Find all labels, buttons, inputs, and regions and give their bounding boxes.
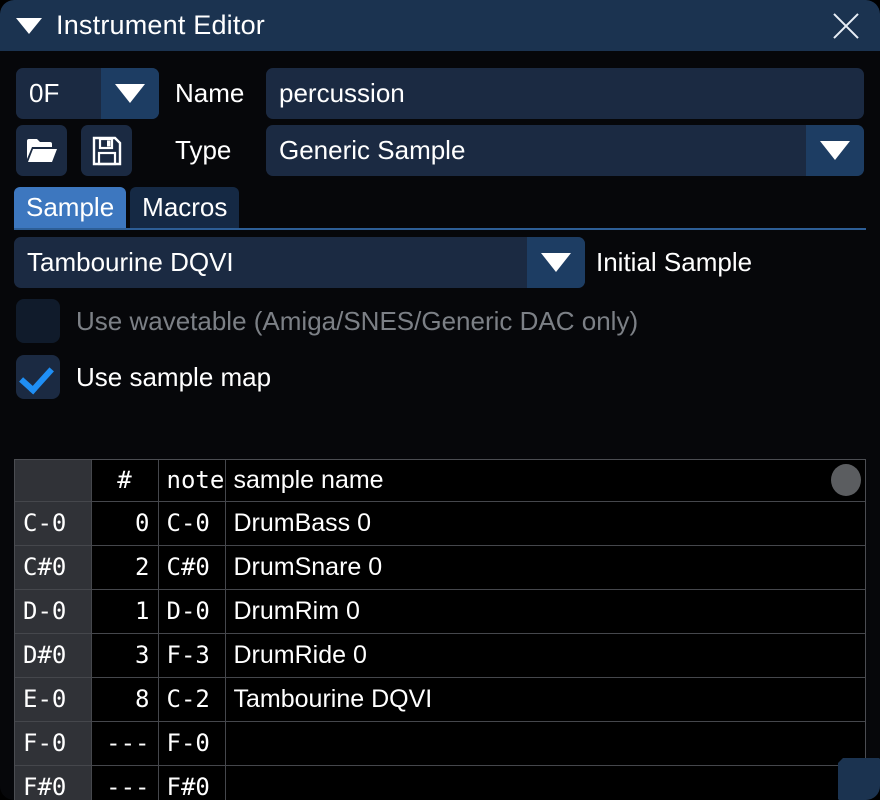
row-key-cell: C-0: [15, 501, 91, 545]
table-header-row: # note sample name: [15, 460, 865, 501]
row-key-cell: D#0: [15, 633, 91, 677]
name-value: percussion: [266, 78, 405, 109]
row-key-cell: E-0: [15, 677, 91, 721]
instrument-index-dropdown[interactable]: 0F: [16, 68, 159, 119]
chevron-down-icon[interactable]: [527, 237, 585, 288]
row-note-cell[interactable]: F-0: [158, 721, 225, 765]
row-sample-index-cell[interactable]: ---: [91, 721, 158, 765]
chevron-down-icon[interactable]: [101, 68, 159, 119]
table-body: C-00C-0DrumBass 0C#02C#0DrumSnare 0D-01D…: [15, 501, 865, 800]
table-row[interactable]: C-00C-0DrumBass 0: [15, 501, 865, 545]
use-sample-map-label: Use sample map: [76, 362, 271, 393]
use-wavetable-checkbox[interactable]: [16, 299, 60, 343]
tab-underline: [14, 228, 866, 230]
table-row[interactable]: C#02C#0DrumSnare 0: [15, 545, 865, 589]
save-instrument-button[interactable]: [81, 125, 132, 176]
row-sample-name-cell[interactable]: DrumBass 0: [225, 501, 865, 545]
column-header-note: note: [158, 460, 225, 501]
row-sample-index-cell[interactable]: 1: [91, 589, 158, 633]
open-instrument-button[interactable]: [16, 125, 67, 176]
row-sample-index-cell[interactable]: 8: [91, 677, 158, 721]
table-header: # note sample name: [15, 460, 865, 501]
row-key-cell: F#0: [15, 765, 91, 800]
tab-sample[interactable]: Sample: [14, 187, 126, 228]
column-header-num: #: [91, 460, 158, 501]
close-icon[interactable]: [826, 6, 866, 46]
tab-bar: Sample Macros: [14, 187, 239, 228]
folder-open-icon: [26, 137, 58, 165]
row-sample-index-cell[interactable]: 2: [91, 545, 158, 589]
row-note-cell[interactable]: C-0: [158, 501, 225, 545]
use-wavetable-label: Use wavetable (Amiga/SNES/Generic DAC on…: [76, 306, 638, 337]
row-key-cell: C#0: [15, 545, 91, 589]
scroll-grip-icon[interactable]: [831, 464, 861, 496]
use-wavetable-row[interactable]: Use wavetable (Amiga/SNES/Generic DAC on…: [16, 299, 638, 343]
row-note-cell[interactable]: D-0: [158, 589, 225, 633]
row-sample-name-cell[interactable]: [225, 765, 865, 800]
tab-macros[interactable]: Macros: [130, 187, 239, 228]
row-sample-name-cell[interactable]: DrumRim 0: [225, 589, 865, 633]
row-note-cell[interactable]: C-2: [158, 677, 225, 721]
table-row[interactable]: F-0---F-0: [15, 721, 865, 765]
instrument-editor-window: Instrument Editor 0F Name percussion: [0, 0, 880, 800]
initial-sample-value: Tambourine DQVI: [14, 247, 527, 278]
use-sample-map-checkbox[interactable]: [16, 355, 60, 399]
table-row[interactable]: E-08C-2Tambourine DQVI: [15, 677, 865, 721]
initial-sample-label: Initial Sample: [596, 237, 752, 288]
table-row[interactable]: D-01D-0DrumRim 0: [15, 589, 865, 633]
row-key-cell: F-0: [15, 721, 91, 765]
row-sample-name-cell[interactable]: Tambourine DQVI: [225, 677, 865, 721]
sample-map-table-container[interactable]: # note sample name C-00C-0DrumBass 0C#02…: [14, 459, 866, 800]
row-note-cell[interactable]: F-3: [158, 633, 225, 677]
use-sample-map-row[interactable]: Use sample map: [16, 355, 271, 399]
row-sample-name-cell[interactable]: [225, 721, 865, 765]
window-titlebar[interactable]: Instrument Editor: [0, 0, 880, 51]
row-sample-name-cell[interactable]: DrumRide 0: [225, 633, 865, 677]
sample-map-table: # note sample name C-00C-0DrumBass 0C#02…: [15, 460, 865, 800]
instrument-index-value: 0F: [16, 78, 101, 109]
row-note-cell[interactable]: C#0: [158, 545, 225, 589]
page-title: Instrument Editor: [56, 10, 826, 41]
table-row[interactable]: D#03F-3DrumRide 0: [15, 633, 865, 677]
name-input[interactable]: percussion: [266, 68, 864, 119]
type-dropdown[interactable]: Generic Sample: [266, 125, 864, 176]
table-row[interactable]: F#0---F#0: [15, 765, 865, 800]
row-note-cell[interactable]: F#0: [158, 765, 225, 800]
window-body: 0F Name percussion Type: [0, 51, 880, 800]
type-label: Type: [175, 125, 260, 176]
chevron-down-icon[interactable]: [806, 125, 864, 176]
floppy-save-icon: [92, 136, 122, 166]
column-header-key: [15, 460, 91, 501]
column-header-sample-name: sample name: [225, 460, 865, 501]
type-value: Generic Sample: [266, 135, 806, 166]
triangle-down-icon[interactable]: [16, 18, 42, 34]
row-sample-index-cell[interactable]: 0: [91, 501, 158, 545]
name-label: Name: [175, 68, 260, 119]
row-key-cell: D-0: [15, 589, 91, 633]
initial-sample-dropdown[interactable]: Tambourine DQVI: [14, 237, 585, 288]
row-sample-index-cell[interactable]: ---: [91, 765, 158, 800]
row-sample-name-cell[interactable]: DrumSnare 0: [225, 545, 865, 589]
row-sample-index-cell[interactable]: 3: [91, 633, 158, 677]
